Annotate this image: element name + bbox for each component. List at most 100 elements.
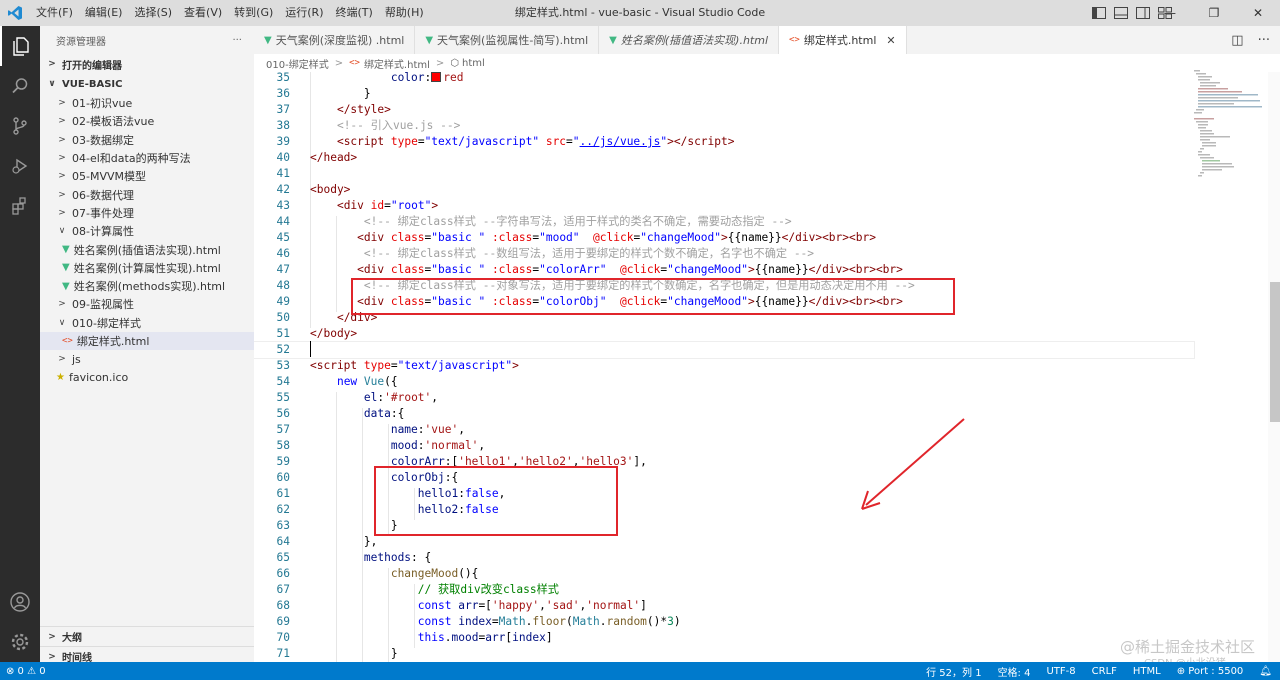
run-debug-icon[interactable] — [0, 146, 40, 186]
menu-selection[interactable]: 选择(S) — [128, 0, 178, 26]
restore-icon[interactable]: ❐ — [1192, 0, 1236, 26]
code-line[interactable]: 42 <body> — [254, 182, 1194, 198]
minimize-icon[interactable]: — — [1148, 0, 1192, 26]
tree-item[interactable]: ▼ 姓名案例(methods实现).html — [40, 277, 254, 295]
tree-item[interactable]: ∨ 010-绑定样式 — [40, 314, 254, 332]
code-line[interactable]: 45 <div class="basic " :class="mood" @cl… — [254, 230, 1194, 246]
more-actions-icon[interactable]: ··· — [1258, 33, 1270, 48]
project-section[interactable]: ∨ VUE-BASIC — [40, 74, 254, 94]
tree-item[interactable]: >07-事件处理 — [40, 204, 254, 222]
code-line[interactable]: 55 el:'#root', — [254, 390, 1194, 406]
code-line[interactable]: 43 <div id="root"> — [254, 198, 1194, 214]
outline-section[interactable]: > 大纲 — [40, 626, 254, 646]
extensions-icon[interactable] — [0, 186, 40, 226]
menu-terminal[interactable]: 终端(T) — [330, 0, 379, 26]
toggle-panel-icon[interactable] — [1114, 7, 1128, 19]
breadcrumb-file[interactable]: 绑定样式.html — [364, 56, 430, 71]
tree-item[interactable]: >02-模板语法vue — [40, 112, 254, 130]
manage-gear-icon[interactable] — [0, 622, 40, 662]
timeline-section[interactable]: > 时间线 — [40, 646, 254, 662]
tree-item[interactable]: ▼ 姓名案例(计算属性实现).html — [40, 259, 254, 277]
code-line[interactable]: 66 changeMood(){ — [254, 566, 1194, 582]
line-number: 63 — [276, 519, 290, 532]
code-line[interactable]: 53 <script type="text/javascript"> — [254, 358, 1194, 374]
more-actions-icon[interactable]: ··· — [232, 35, 242, 46]
tree-item[interactable]: >01-初识vue — [40, 94, 254, 112]
code-line[interactable]: 67 // 获取div改变class样式 — [254, 582, 1194, 598]
code-line[interactable]: 71 } — [254, 646, 1194, 662]
breadcrumb-folder[interactable]: 010-绑定样式 — [266, 56, 329, 71]
code-line[interactable]: 56 data:{ — [254, 406, 1194, 422]
cursor-position[interactable]: 行 52，列 1 — [926, 664, 981, 679]
tab-weather-deep[interactable]: ▼ 天气案例(深度监视) .html — [254, 26, 416, 54]
scrollbar-thumb[interactable] — [1270, 282, 1280, 422]
menu-view[interactable]: 查看(V) — [178, 0, 228, 26]
code-line[interactable]: 52 — [254, 341, 1195, 359]
tree-item[interactable]: >04-el和data的两种写法 — [40, 149, 254, 167]
line-number: 35 — [276, 72, 290, 84]
tree-item[interactable]: >09-监视属性 — [40, 295, 254, 313]
menu-edit[interactable]: 编辑(E) — [79, 0, 129, 26]
split-editor-icon[interactable]: ◫ — [1231, 33, 1243, 48]
code-line[interactable]: 54 new Vue({ — [254, 374, 1194, 390]
code-line[interactable]: 40 </head> — [254, 150, 1194, 166]
tree-item[interactable]: >03-数据绑定 — [40, 131, 254, 149]
code-text: data:{ — [363, 407, 405, 420]
code-line[interactable]: 64 }, — [254, 534, 1194, 550]
code-line[interactable]: 70 this.mood=arr[index] — [254, 630, 1194, 646]
close-icon[interactable]: ✕ — [1236, 0, 1280, 26]
menu-go[interactable]: 转到(G) — [228, 0, 279, 26]
live-server-port[interactable]: ⊕ Port : 5500 — [1177, 666, 1244, 677]
code-line[interactable]: 41 — [254, 166, 1194, 182]
menu-file[interactable]: 文件(F) — [30, 0, 79, 26]
menu-help[interactable]: 帮助(H) — [379, 0, 430, 26]
open-editors-section[interactable]: > 打开的编辑器 — [40, 54, 254, 74]
vertical-scrollbar[interactable] — [1268, 72, 1280, 662]
line-number: 42 — [276, 183, 290, 196]
menu-run[interactable]: 运行(R) — [279, 0, 329, 26]
encoding[interactable]: UTF-8 — [1046, 666, 1075, 677]
code-line[interactable]: 38 <!-- 引入vue.js --> — [254, 118, 1194, 134]
tree-item[interactable]: <> 绑定样式.html — [40, 331, 254, 351]
minimap[interactable] — [1190, 70, 1266, 180]
end-of-line[interactable]: CRLF — [1092, 666, 1117, 677]
close-tab-icon[interactable]: ✕ — [886, 34, 895, 47]
code-line[interactable]: 36 } — [254, 86, 1194, 102]
tree-item[interactable]: ★ favicon.ico — [40, 368, 254, 386]
code-line[interactable]: 46 <!-- 绑定class样式 --数组写法，适用于要绑定的样式个数不确定，… — [254, 246, 1194, 262]
breadcrumb-symbol[interactable]: html — [462, 58, 485, 69]
code-line[interactable]: 39 <script type="text/javascript" src=".… — [254, 134, 1194, 150]
explorer-icon[interactable] — [0, 26, 40, 66]
code-line[interactable]: 65 methods: { — [254, 550, 1194, 566]
tree-item[interactable]: >06-数据代理 — [40, 185, 254, 203]
code-line[interactable]: 37 </style> — [254, 102, 1194, 118]
notifications-bell-icon[interactable]: 🔔︎ — [1259, 666, 1272, 677]
tree-item[interactable]: >05-MVVM模型 — [40, 167, 254, 185]
tab-weather-short[interactable]: ▼ 天气案例(监视属性-简写).html — [415, 26, 600, 54]
code-line[interactable]: 69 const index=Math.floor(Math.random()*… — [254, 614, 1194, 630]
code-editor[interactable]: 35 color: red 36 } 37 </style> 38 <!-- 引入vue… — [254, 72, 1280, 662]
code-line[interactable]: 68 const arr=['happy','sad','normal'] — [254, 598, 1194, 614]
accounts-icon[interactable] — [0, 582, 40, 622]
line-number: 52 — [276, 343, 290, 356]
breadcrumb-separator-icon: > — [435, 57, 445, 69]
code-line[interactable]: 35 color: red — [254, 72, 1194, 86]
tree-item[interactable]: > js — [40, 350, 254, 368]
search-icon[interactable] — [0, 66, 40, 106]
tree-item[interactable]: ▼ 姓名案例(插值语法实现).html — [40, 240, 254, 258]
code-line[interactable]: 44 <!-- 绑定class样式 --字符串写法，适用于样式的类名不确定，需要… — [254, 214, 1194, 230]
code-line[interactable]: 57 name:'vue', — [254, 422, 1194, 438]
tab-name-interpolation[interactable]: ▼ 姓名案例(插值语法实现).html — [599, 26, 779, 54]
code-line[interactable]: 58 mood:'normal', — [254, 438, 1194, 454]
indentation[interactable]: 空格: 4 — [998, 664, 1031, 679]
toggle-sidebar-icon[interactable] — [1092, 7, 1106, 19]
source-control-icon[interactable] — [0, 106, 40, 146]
code-line[interactable]: 51 </body> — [254, 326, 1194, 342]
problems-indicator[interactable]: ⊗ 0 ⚠ 0 — [6, 666, 46, 677]
code-line[interactable]: 47 <div class="basic " :class="colorArr"… — [254, 262, 1194, 278]
tree-item[interactable]: ∨ 08-计算属性 — [40, 222, 254, 240]
tab-bind-style[interactable]: <> 绑定样式.html ✕ — [779, 26, 907, 54]
language-mode[interactable]: HTML — [1133, 666, 1161, 677]
html-file-icon: <> — [349, 58, 360, 68]
chevron-right-icon: > — [48, 59, 56, 69]
